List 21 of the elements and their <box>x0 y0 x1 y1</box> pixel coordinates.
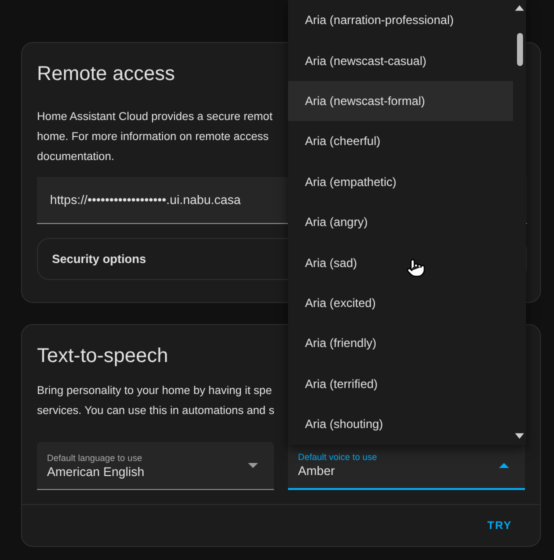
field-value: Amber <box>298 464 335 478</box>
field-label: Default language to use <box>47 452 142 462</box>
caret-icon <box>499 462 509 468</box>
description-text: Home Assistant Cloud provides a secure remot <box>37 110 272 125</box>
description-text: services. You can use this in automations and s <box>37 404 274 419</box>
field-value: American English <box>47 464 144 478</box>
select-field[interactable]: Default language to use American English <box>37 442 274 490</box>
description-text: Bring personality to your home by having it spe <box>37 384 272 399</box>
card-title: Text-to-speech <box>37 344 168 369</box>
caret-icon <box>248 463 258 468</box>
scrollbar-thumb[interactable] <box>516 33 522 66</box>
description-text: home. For more information on remote access <box>37 130 269 145</box>
scroll-down-icon[interactable] <box>515 433 524 439</box>
menu-item[interactable]: Aria (newscast-formal) <box>288 80 513 122</box>
card-title: Remote access <box>37 62 175 87</box>
select-field[interactable]: Default voice to use Amber <box>288 442 525 490</box>
description-text: documentation. <box>37 150 114 165</box>
menu-item[interactable]: Aria (narration-professional) <box>288 0 513 40</box>
try-button[interactable]: TRY <box>479 514 520 538</box>
field-label: Default voice to use <box>298 452 378 462</box>
scroll-up-icon[interactable] <box>515 5 524 11</box>
